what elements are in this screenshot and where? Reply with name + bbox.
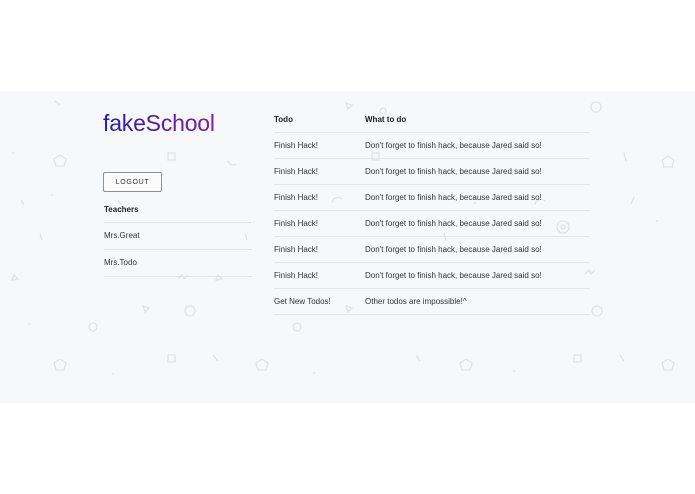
description-cell: Don't forget to finish hack, because Jar… <box>365 141 542 150</box>
table-row: Finish Hack! Don't forget to finish hack… <box>274 133 590 159</box>
todo-cell: Get New Todos! <box>274 297 331 306</box>
todo-cell: Finish Hack! <box>274 167 319 176</box>
description-cell: Other todos are impossible!^ <box>365 297 467 306</box>
todo-cell: Finish Hack! <box>274 219 319 228</box>
table-row: Finish Hack! Don't forget to finish hack… <box>274 185 590 211</box>
description-cell: Don't forget to finish hack, because Jar… <box>365 271 542 280</box>
todo-cell: Finish Hack! <box>274 245 319 254</box>
todo-table: Todo What to do Finish Hack! Don't forge… <box>274 107 590 315</box>
table-row: Finish Hack! Don't forget to finish hack… <box>274 159 590 185</box>
todo-cell: Finish Hack! <box>274 193 319 202</box>
description-cell: Don't forget to finish hack, because Jar… <box>365 219 542 228</box>
description-cell: Don't forget to finish hack, because Jar… <box>365 193 542 202</box>
todo-cell: Finish Hack! <box>274 271 319 280</box>
table-row: Finish Hack! Don't forget to finish hack… <box>274 263 590 289</box>
table-row: Finish Hack! Don't forget to finish hack… <box>274 211 590 237</box>
todo-cell: Finish Hack! <box>274 141 319 150</box>
teacher-item[interactable]: Mrs.Todo <box>104 249 252 277</box>
logout-button[interactable]: LOGOUT <box>103 172 162 192</box>
teacher-item[interactable]: Mrs.Great <box>104 222 252 249</box>
teacher-list: Mrs.Great Mrs.Todo <box>104 222 252 277</box>
table-header: Todo What to do <box>274 107 590 133</box>
brand-logo: fakeSchool <box>103 110 215 136</box>
header-todo: Todo <box>274 115 293 124</box>
header-what-to-do: What to do <box>365 115 407 124</box>
table-row: Finish Hack! Don't forget to finish hack… <box>274 237 590 263</box>
teachers-heading: Teachers <box>104 205 139 214</box>
description-cell: Don't forget to finish hack, because Jar… <box>365 245 542 254</box>
description-cell: Don't forget to finish hack, because Jar… <box>365 167 542 176</box>
table-row: Get New Todos! Other todos are impossibl… <box>274 289 590 315</box>
